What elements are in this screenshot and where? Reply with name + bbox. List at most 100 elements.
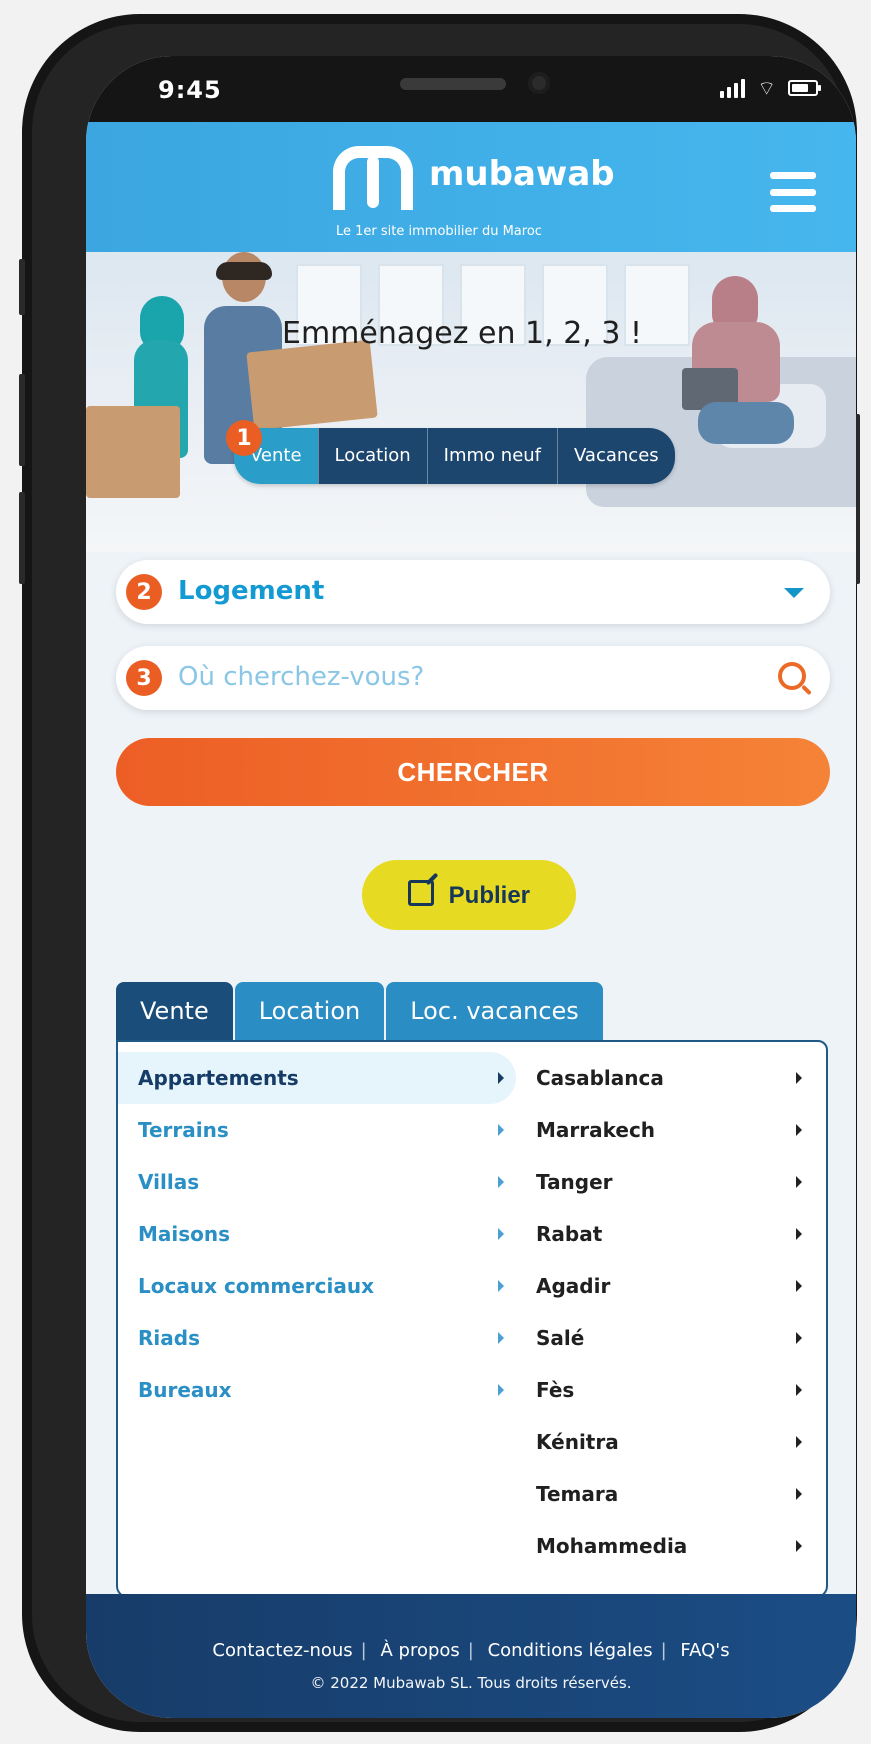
wifi-icon: ⌔ bbox=[757, 76, 776, 100]
logo-mark bbox=[333, 146, 413, 210]
city-label: Tanger bbox=[536, 1170, 613, 1194]
chevron-right-icon bbox=[796, 1124, 802, 1136]
footer-divider: | bbox=[660, 1640, 667, 1661]
hero-banner: Emménagez en 1, 2, 3 ! Vente Location Im… bbox=[86, 252, 856, 552]
property-type-label: Locaux commerciaux bbox=[138, 1274, 374, 1298]
footer-link-about[interactable]: À propos bbox=[380, 1640, 459, 1661]
chevron-right-icon bbox=[498, 1176, 504, 1188]
battery-icon bbox=[788, 80, 821, 96]
hamburger-icon-line bbox=[770, 188, 816, 196]
city-item-agadir[interactable]: Agadir bbox=[516, 1260, 830, 1312]
property-category-select[interactable]: 2 Logement bbox=[116, 560, 830, 624]
city-label: Kénitra bbox=[536, 1430, 619, 1454]
chevron-right-icon bbox=[796, 1540, 802, 1552]
city-item-mohammedia[interactable]: Mohammedia bbox=[516, 1520, 830, 1572]
chevron-right-icon bbox=[796, 1436, 802, 1448]
step-3-badge: 3 bbox=[126, 660, 162, 696]
brand-logo[interactable]: mubawab bbox=[333, 146, 633, 216]
city-item-marrakech[interactable]: Marrakech bbox=[516, 1104, 830, 1156]
city-item-temara[interactable]: Temara bbox=[516, 1468, 830, 1520]
property-type-item-riads[interactable]: Riads bbox=[118, 1312, 516, 1364]
chevron-right-icon bbox=[796, 1384, 802, 1396]
search-button[interactable]: CHERCHER bbox=[116, 738, 830, 806]
tab-location[interactable]: Location bbox=[317, 428, 427, 484]
footer-link-faq[interactable]: FAQ's bbox=[680, 1640, 729, 1661]
chevron-right-icon bbox=[796, 1072, 802, 1084]
city-label: Marrakech bbox=[536, 1118, 656, 1142]
camera-icon bbox=[528, 72, 550, 94]
publish-button[interactable]: Publier bbox=[362, 860, 576, 930]
property-type-item-villas[interactable]: Villas bbox=[118, 1156, 516, 1208]
chevron-right-icon bbox=[498, 1228, 504, 1240]
property-type-label: Bureaux bbox=[138, 1378, 232, 1402]
tab-listing-vente[interactable]: Vente bbox=[116, 982, 233, 1040]
box-illustration bbox=[86, 406, 180, 498]
footer-divider: | bbox=[360, 1640, 367, 1661]
listing-tabs: Vente Location Loc. vacances bbox=[116, 982, 603, 1040]
phone-screen: 9:45 ⌔ mubawab Le 1er site immobilier du… bbox=[86, 56, 856, 1718]
laptop-woman-illustration bbox=[682, 276, 794, 466]
hamburger-icon-line bbox=[770, 205, 816, 212]
property-type-item-appartements[interactable]: Appartements bbox=[118, 1052, 516, 1104]
chevron-right-icon bbox=[796, 1332, 802, 1344]
search-icon[interactable] bbox=[778, 662, 806, 690]
city-label: Casablanca bbox=[536, 1066, 664, 1090]
step-1-badge: 1 bbox=[226, 420, 262, 456]
tab-listing-loc-vacances[interactable]: Loc. vacances bbox=[386, 982, 603, 1040]
city-item-kenitra[interactable]: Kénitra bbox=[516, 1416, 830, 1468]
menu-button[interactable] bbox=[770, 172, 816, 212]
side-button bbox=[19, 374, 25, 466]
listing-category-panel: Appartements Terrains Villas Maisons Loc… bbox=[116, 1040, 828, 1598]
notch bbox=[266, 56, 670, 104]
step-2-badge: 2 bbox=[126, 574, 162, 610]
city-item-rabat[interactable]: Rabat bbox=[516, 1208, 830, 1260]
search-placeholder: Où cherchez-vous? bbox=[178, 662, 425, 692]
city-label: Mohammedia bbox=[536, 1534, 688, 1558]
status-time: 9:45 bbox=[158, 76, 222, 104]
tab-vacances[interactable]: Vacances bbox=[557, 428, 675, 484]
signal-icon bbox=[720, 78, 746, 98]
property-type-item-terrains[interactable]: Terrains bbox=[118, 1104, 516, 1156]
chevron-right-icon bbox=[498, 1124, 504, 1136]
chevron-right-icon bbox=[796, 1176, 802, 1188]
footer-link-contact[interactable]: Contactez-nous bbox=[212, 1640, 352, 1661]
city-list: Casablanca Marrakech Tanger Rabat Agadir… bbox=[516, 1052, 830, 1572]
property-type-item-maisons[interactable]: Maisons bbox=[118, 1208, 516, 1260]
hamburger-icon-line bbox=[770, 172, 816, 179]
copyright-text: © 2022 Mubawab SL. Tous droits réservés. bbox=[310, 1674, 632, 1692]
chevron-right-icon bbox=[498, 1332, 504, 1344]
property-type-label: Villas bbox=[138, 1170, 200, 1194]
transaction-tabs: Vente Location Immo neuf Vacances bbox=[234, 428, 675, 484]
property-type-label: Appartements bbox=[138, 1066, 299, 1090]
status-bar: 9:45 ⌔ bbox=[86, 56, 856, 122]
property-type-list: Appartements Terrains Villas Maisons Loc… bbox=[118, 1052, 516, 1416]
city-item-casablanca[interactable]: Casablanca bbox=[516, 1052, 830, 1104]
city-item-sale[interactable]: Salé bbox=[516, 1312, 830, 1364]
city-item-tanger[interactable]: Tanger bbox=[516, 1156, 830, 1208]
city-item-fes[interactable]: Fès bbox=[516, 1364, 830, 1416]
city-label: Rabat bbox=[536, 1222, 603, 1246]
footer-link-legal[interactable]: Conditions légales bbox=[488, 1640, 653, 1661]
publish-label: Publier bbox=[448, 882, 531, 909]
status-icons: ⌔ bbox=[720, 76, 821, 100]
brand-name: mubawab bbox=[429, 154, 615, 194]
site-footer: Contactez-nous | À propos | Conditions lég… bbox=[86, 1594, 856, 1718]
city-label: Fès bbox=[536, 1378, 575, 1402]
chevron-down-icon bbox=[784, 588, 804, 598]
location-search-input[interactable]: 3 Où cherchez-vous? bbox=[116, 646, 830, 710]
brand-tagline: Le 1er site immobilier du Maroc bbox=[336, 224, 542, 239]
tab-listing-location[interactable]: Location bbox=[234, 982, 385, 1040]
side-button bbox=[19, 259, 25, 315]
chevron-right-icon bbox=[796, 1488, 802, 1500]
property-type-item-bureaux[interactable]: Bureaux bbox=[118, 1364, 516, 1416]
chevron-right-icon bbox=[498, 1384, 504, 1396]
speaker-icon bbox=[400, 78, 506, 90]
chevron-right-icon bbox=[796, 1280, 802, 1292]
site-header: mubawab Le 1er site immobilier du Maroc bbox=[86, 122, 856, 252]
property-type-label: Riads bbox=[138, 1326, 200, 1350]
tab-immo-neuf[interactable]: Immo neuf bbox=[426, 428, 558, 484]
property-type-item-locaux-commerciaux[interactable]: Locaux commerciaux bbox=[118, 1260, 516, 1312]
city-label: Salé bbox=[536, 1326, 585, 1350]
property-type-label: Maisons bbox=[138, 1222, 231, 1246]
footer-divider: | bbox=[467, 1640, 474, 1661]
